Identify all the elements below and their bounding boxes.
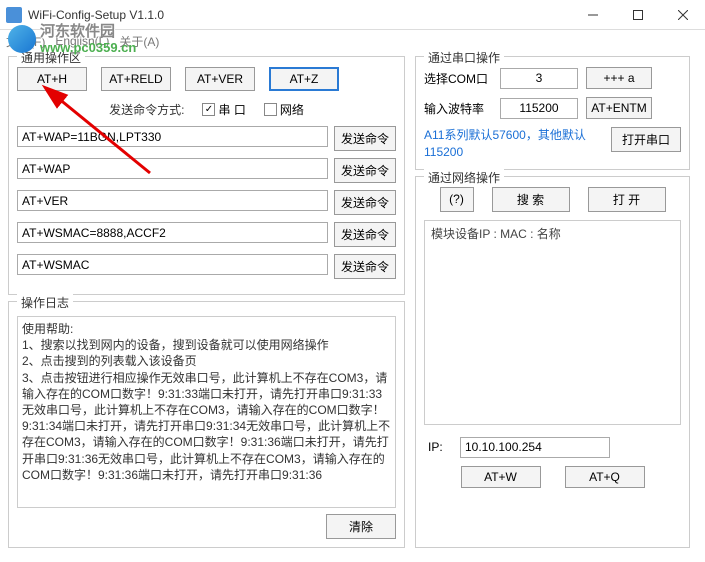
- network-panel-title: 通过网络操作: [424, 169, 504, 186]
- com-label: 选择COM口: [424, 70, 492, 87]
- cmd-input-3[interactable]: [17, 222, 328, 243]
- app-icon: [6, 7, 22, 23]
- at-reld-button[interactable]: AT+RELD: [101, 67, 171, 91]
- minimize-button[interactable]: [570, 1, 615, 29]
- device-listbox[interactable]: 模块设备IP : MAC : 名称: [424, 220, 681, 425]
- log-textarea[interactable]: 使用帮助: 1、搜索以找到网内的设备，搜到设备就可以使用网络操作 2、点击搜到的…: [17, 316, 396, 508]
- search-button[interactable]: 搜 索: [492, 187, 570, 212]
- serial-checkbox[interactable]: ✓串 口: [202, 101, 245, 118]
- open-serial-button[interactable]: 打开串口: [611, 127, 681, 152]
- serial-panel-title: 通过串口操作: [424, 49, 504, 66]
- send-cmd-button-4[interactable]: 发送命令: [334, 254, 396, 279]
- serial-note: A11系列默认57600，其他默认115200: [424, 127, 603, 161]
- menu-language[interactable]: English(L): [55, 34, 109, 48]
- common-area-title: 通用操作区: [17, 49, 85, 66]
- serial-panel-group: 通过串口操作 选择COM口 +++ a 输入波特率 AT+ENTM A11系列默…: [415, 56, 690, 170]
- send-cmd-button-2[interactable]: 发送命令: [334, 190, 396, 215]
- log-help-title: 使用帮助:: [22, 321, 391, 337]
- device-list-header: 模块设备IP : MAC : 名称: [431, 225, 674, 242]
- at-entm-button[interactable]: AT+ENTM: [586, 97, 652, 119]
- open-net-button[interactable]: 打 开: [588, 187, 666, 212]
- at-q-button[interactable]: AT+Q: [565, 466, 645, 488]
- log-line: 3、点击按钮进行相应操作无效串口号，此计算机上不存在COM3，请输入存在的COM…: [22, 370, 391, 483]
- send-cmd-button-3[interactable]: 发送命令: [334, 222, 396, 247]
- menu-file[interactable]: 文件(F): [6, 33, 45, 50]
- at-h-button[interactable]: AT+H: [17, 67, 87, 91]
- cmd-input-1[interactable]: [17, 158, 328, 179]
- log-group: 操作日志 使用帮助: 1、搜索以找到网内的设备，搜到设备就可以使用网络操作 2、…: [8, 301, 405, 548]
- menu-about[interactable]: 关于(A): [119, 33, 159, 50]
- help-button[interactable]: (?): [440, 187, 474, 212]
- ip-label: IP:: [428, 440, 452, 454]
- log-title: 操作日志: [17, 294, 73, 311]
- close-button[interactable]: [660, 1, 705, 29]
- at-ver-button[interactable]: AT+VER: [185, 67, 255, 91]
- at-w-button[interactable]: AT+W: [461, 466, 541, 488]
- send-cmd-button-1[interactable]: 发送命令: [334, 158, 396, 183]
- cmd-input-4[interactable]: [17, 254, 328, 275]
- at-z-button[interactable]: AT+Z: [269, 67, 339, 91]
- send-cmd-button-0[interactable]: 发送命令: [334, 126, 396, 151]
- window-title: WiFi-Config-Setup V1.1.0: [28, 8, 570, 22]
- network-checkbox[interactable]: 网络: [264, 101, 304, 118]
- common-area-group: 通用操作区 AT+H AT+RELD AT+VER AT+Z 发送命令方式: ✓…: [8, 56, 405, 295]
- baud-label: 输入波特率: [424, 100, 492, 117]
- baud-input[interactable]: [500, 98, 578, 119]
- cmd-input-0[interactable]: [17, 126, 328, 147]
- com-input[interactable]: [500, 68, 578, 89]
- cmd-input-2[interactable]: [17, 190, 328, 211]
- clear-log-button[interactable]: 清除: [326, 514, 396, 539]
- maximize-button[interactable]: [615, 1, 660, 29]
- network-panel-group: 通过网络操作 (?) 搜 索 打 开 模块设备IP : MAC : 名称 IP:…: [415, 176, 690, 548]
- log-line: 2、点击搜到的列表载入该设备页: [22, 353, 391, 369]
- plus-a-button[interactable]: +++ a: [586, 67, 652, 89]
- send-mode-label: 发送命令方式:: [109, 101, 184, 118]
- log-line: 1、搜索以找到网内的设备，搜到设备就可以使用网络操作: [22, 337, 391, 353]
- ip-input[interactable]: [460, 437, 610, 458]
